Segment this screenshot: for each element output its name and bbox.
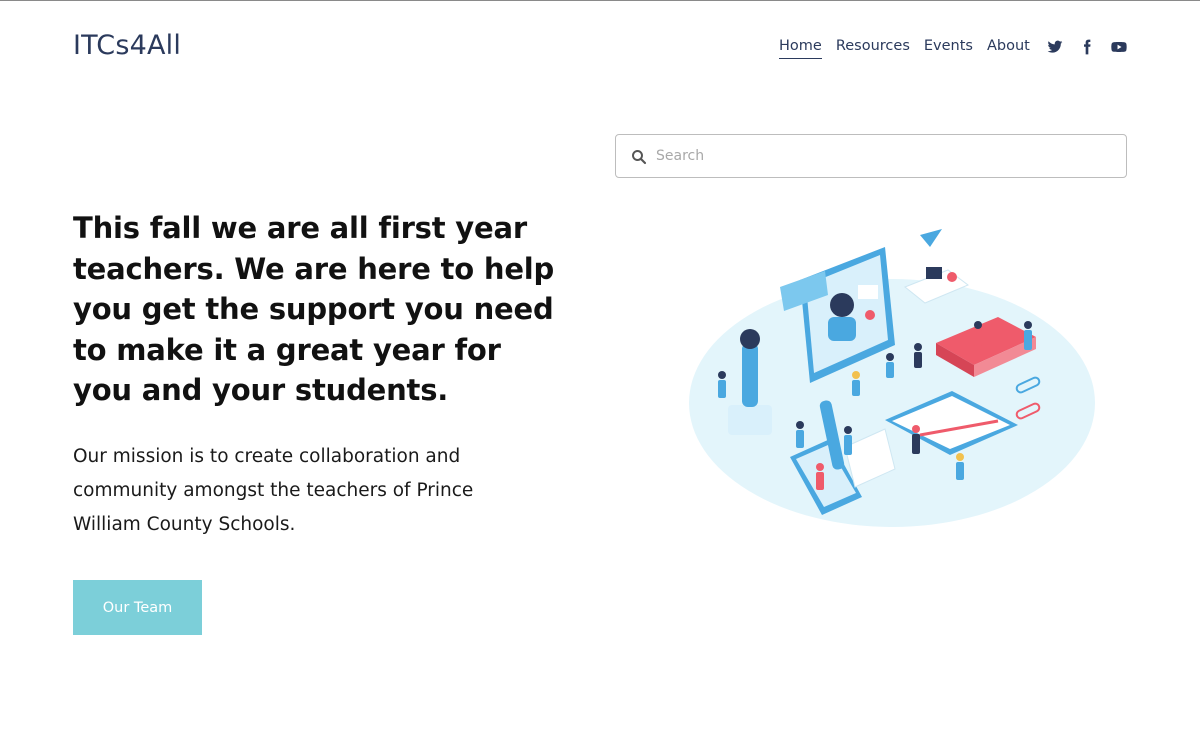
hero-headline: This fall we are all first year teachers… bbox=[73, 211, 555, 407]
site-header: ITCs4All Home Resources Events About bbox=[0, 0, 1200, 94]
search-input[interactable] bbox=[656, 137, 1116, 175]
hero-illustration bbox=[680, 225, 1100, 535]
site-logo[interactable]: ITCs4All bbox=[73, 30, 181, 61]
main-nav: Home Resources Events About bbox=[779, 38, 1030, 59]
nav-events[interactable]: Events bbox=[924, 38, 973, 59]
social-links bbox=[1046, 38, 1128, 56]
nav-resources[interactable]: Resources bbox=[836, 38, 910, 59]
nav-about[interactable]: About bbox=[987, 38, 1030, 59]
search-box bbox=[615, 134, 1127, 178]
facebook-icon[interactable] bbox=[1078, 38, 1096, 56]
nav-home[interactable]: Home bbox=[779, 38, 822, 59]
our-team-button[interactable]: Our Team bbox=[73, 580, 202, 635]
youtube-icon[interactable] bbox=[1110, 38, 1128, 56]
twitter-icon[interactable] bbox=[1046, 38, 1064, 56]
education-illustration-image bbox=[689, 229, 1095, 527]
search-icon bbox=[630, 148, 648, 166]
mission-statement: Our mission is to create collaboration a… bbox=[73, 446, 474, 535]
